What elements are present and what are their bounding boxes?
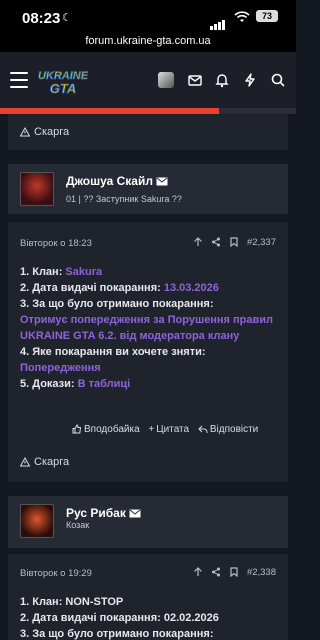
line-clan: 1. Клан: Sakura [20,266,103,278]
post-actions: Вподобайка + Цитата Відповісти [66,424,258,435]
line-date: 2. Дата видачі покарання: 02.02.2026 [20,612,219,624]
post-author-block: Рус Рибак Козак [8,496,288,548]
arrow-up-icon[interactable] [193,237,203,247]
post-content: 1. Клан: NON-STOP 2. Дата видачі покаран… [20,594,282,640]
report-label: Скарга [34,456,70,468]
post-date[interactable]: Вівторок о 18:23 [20,238,92,249]
thumbs-up-icon [72,424,82,434]
line-clan: 1. Клан: NON-STOP [20,596,124,608]
post-tools: #2,338 [193,567,276,578]
status-bar: 08:23 ☾ 73 [0,0,296,32]
post-tools: #2,337 [193,237,276,248]
post-author-block: Джошуа Скайл 01 | ?? Заступник Sakura ?? [8,164,288,214]
author-name[interactable]: Рус Рибак [66,506,141,520]
like-button[interactable]: Вподобайка [72,424,140,435]
bookmark-icon[interactable] [229,237,239,248]
author-avatar[interactable] [20,172,54,206]
author-name[interactable]: Джошуа Скайл [66,174,168,188]
reply-button[interactable]: Відповісти [198,424,258,435]
verified-mail-icon [129,509,141,518]
clock: 08:23 [22,10,61,27]
post-body: Вівторок о 18:23 #2,337 1. Клан: Sakura … [8,222,288,482]
line-reason-label: 3. За що було отримано покарання: [20,628,214,640]
report-link[interactable]: Скарга [19,126,70,138]
bookmark-icon[interactable] [229,567,239,578]
report-label: Скарга [34,126,70,138]
mail-icon[interactable] [187,72,203,88]
address-bar[interactable]: forum.ukraine-gta.com.ua [0,32,296,52]
line-reason-label: 3. За що було отримано покарання: [20,298,214,310]
signal-icon [210,12,226,30]
user-avatar[interactable] [158,72,174,88]
line-remove-label: 4. Яке покарання ви хочете зняти: [20,346,206,358]
line-date: 2. Дата видачі покарання: 13.03.2026 [20,282,219,294]
share-icon[interactable] [211,567,221,577]
menu-icon[interactable] [10,72,28,88]
post-number[interactable]: #2,337 [247,237,276,248]
author-title: 01 | ?? Заступник Sakura ?? [66,194,182,204]
author-avatar[interactable] [20,504,54,538]
site-logo[interactable]: UKRAINE GTA [38,66,88,96]
author-title: Козак [66,520,90,530]
bell-icon[interactable] [214,72,230,88]
post-date[interactable]: Вівторок о 19:29 [20,568,92,579]
line-proof: 5. Докази: В таблиці [20,378,131,390]
site-header: UKRAINE GTA [0,52,296,110]
warning-icon [19,126,31,137]
quote-button[interactable]: + Цитата [148,424,189,435]
post-body: Вівторок о 19:29 #2,338 1. Клан: NON-STO… [8,554,288,640]
post-number[interactable]: #2,338 [247,567,276,578]
lightning-icon[interactable] [242,72,258,88]
reply-icon [198,425,208,433]
moon-icon: ☾ [62,12,72,24]
line-reason-value: Отримує попередження за Порушення правил… [20,314,273,342]
warning-icon [19,456,31,467]
arrow-up-icon[interactable] [193,567,203,577]
report-link[interactable]: Скарга [19,456,70,468]
battery-icon: 73 [256,10,278,22]
search-icon[interactable] [270,72,286,88]
verified-mail-icon [156,177,168,186]
share-icon[interactable] [211,237,221,247]
post-footer-prev: Скарга [8,114,288,150]
wifi-icon [234,10,250,28]
line-remove-value: Попередження [20,362,101,374]
logo-line2: GTA [50,81,76,96]
post-content: 1. Клан: Sakura 2. Дата видачі покарання… [20,264,282,392]
